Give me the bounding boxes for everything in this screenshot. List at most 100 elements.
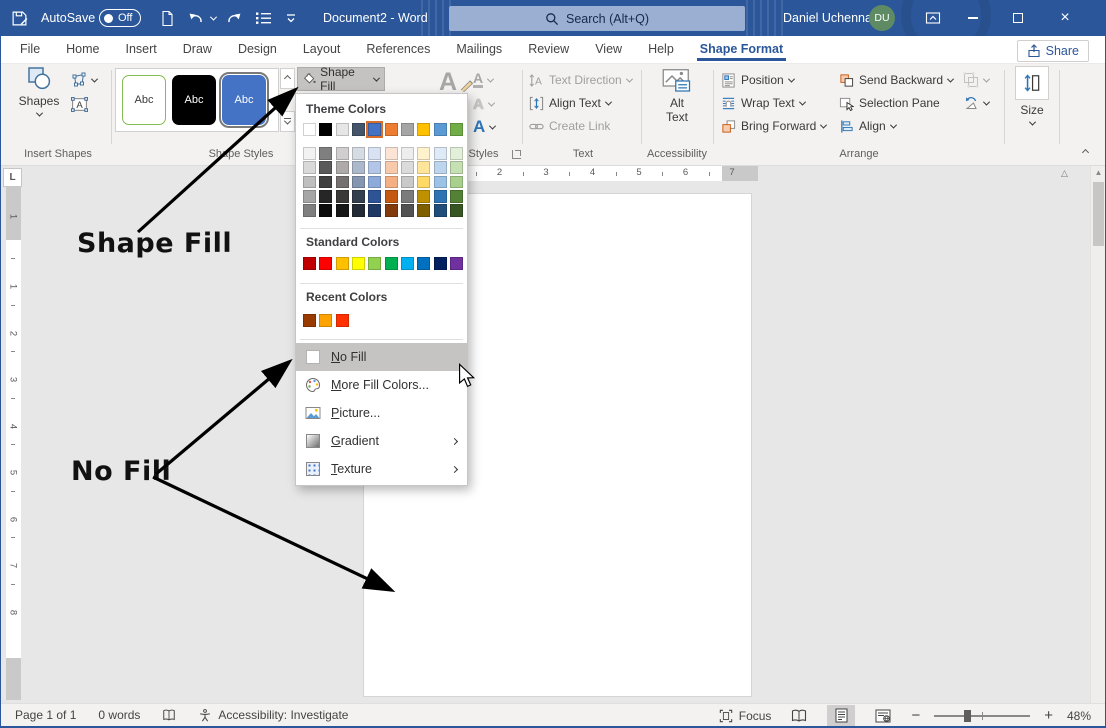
color-shade-swatch[interactable]: [336, 204, 349, 217]
color-shade-swatch[interactable]: [450, 190, 463, 203]
dialog-launcher-icon[interactable]: [512, 150, 521, 159]
shape-style-preview-selected[interactable]: Abc: [222, 75, 266, 125]
color-shade-swatch[interactable]: [319, 176, 332, 189]
share-button[interactable]: Share: [1017, 40, 1089, 62]
color-shade-swatch[interactable]: [450, 147, 463, 160]
wrap-text-button[interactable]: Wrap Text: [721, 93, 805, 113]
color-shade-swatch[interactable]: [434, 161, 447, 174]
color-shade-swatch[interactable]: [385, 161, 398, 174]
color-shade-swatch[interactable]: [401, 204, 414, 217]
new-document-button[interactable]: [159, 0, 175, 36]
shape-style-preview[interactable]: Abc: [122, 75, 166, 125]
color-shade-swatch[interactable]: [385, 176, 398, 189]
color-swatch[interactable]: [319, 314, 332, 327]
color-swatch[interactable]: [303, 123, 316, 136]
color-swatch[interactable]: [417, 123, 430, 136]
tab-mailings[interactable]: Mailings: [443, 37, 515, 63]
color-shade-swatch[interactable]: [319, 161, 332, 174]
color-shade-swatch[interactable]: [319, 204, 332, 217]
color-swatch[interactable]: [303, 314, 316, 327]
tab-draw[interactable]: Draw: [170, 37, 225, 63]
zoom-out-button[interactable]: −: [911, 707, 920, 724]
tab-references[interactable]: References: [353, 37, 443, 63]
color-shade-swatch[interactable]: [368, 176, 381, 189]
color-swatch[interactable]: [352, 123, 365, 136]
quick-access-overflow-button[interactable]: [285, 0, 297, 36]
text-effects-button[interactable]: A: [473, 117, 495, 137]
word-count[interactable]: 0 words: [98, 708, 140, 722]
color-shade-swatch[interactable]: [368, 161, 381, 174]
color-shade-swatch[interactable]: [385, 147, 398, 160]
tab-file[interactable]: File: [7, 37, 53, 63]
size-button[interactable]: Size: [1009, 66, 1055, 126]
redo-button[interactable]: [225, 0, 243, 36]
avatar[interactable]: DU: [869, 5, 895, 31]
shape-fill-button[interactable]: Shape Fill: [297, 67, 385, 91]
color-shade-swatch[interactable]: [336, 161, 349, 174]
color-shade-swatch[interactable]: [336, 176, 349, 189]
collapse-ribbon-icon[interactable]: [1082, 149, 1089, 156]
color-swatch[interactable]: [434, 257, 447, 270]
color-swatch[interactable]: [368, 257, 381, 270]
color-swatch[interactable]: [385, 123, 398, 136]
tab-selector[interactable]: L: [3, 168, 22, 187]
page-info[interactable]: Page 1 of 1: [15, 708, 76, 722]
zoom-slider[interactable]: [934, 715, 1030, 717]
scroll-up-icon[interactable]: ▲: [1091, 168, 1105, 177]
color-shade-swatch[interactable]: [417, 190, 430, 203]
scrollbar-thumb[interactable]: [1093, 182, 1104, 246]
color-swatch[interactable]: [319, 123, 332, 136]
color-shade-swatch[interactable]: [336, 147, 349, 160]
color-swatch[interactable]: [385, 257, 398, 270]
align-text-button[interactable]: Align Text: [529, 93, 611, 113]
color-shade-swatch[interactable]: [434, 204, 447, 217]
menu-item-gradient[interactable]: Gradient: [296, 427, 467, 455]
vertical-ruler[interactable]: 112345678: [6, 186, 21, 700]
menu-item-texture[interactable]: Texture: [296, 455, 467, 483]
color-swatch[interactable]: [368, 123, 381, 136]
text-fill-button[interactable]: A: [473, 70, 493, 90]
color-shade-swatch[interactable]: [352, 176, 365, 189]
ribbon-display-options-button[interactable]: [913, 0, 953, 36]
color-swatch[interactable]: [401, 123, 414, 136]
search-input[interactable]: Search (Alt+Q): [449, 6, 745, 31]
vertical-scrollbar[interactable]: ▲: [1090, 166, 1105, 703]
text-outline-button[interactable]: A: [473, 94, 494, 114]
accessibility-checker[interactable]: Accessibility: Investigate: [198, 708, 348, 723]
zoom-percent[interactable]: 48%: [1067, 709, 1091, 723]
proofing-icon[interactable]: [162, 708, 176, 723]
color-swatch[interactable]: [303, 257, 316, 270]
align-button[interactable]: Align: [839, 116, 896, 136]
color-shade-swatch[interactable]: [303, 147, 316, 160]
menu-item-no-fill[interactable]: No Fill: [296, 343, 467, 371]
color-shade-swatch[interactable]: [352, 147, 365, 160]
color-shade-swatch[interactable]: [385, 204, 398, 217]
color-swatch[interactable]: [336, 257, 349, 270]
color-shade-swatch[interactable]: [401, 190, 414, 203]
undo-button[interactable]: [187, 0, 216, 36]
color-swatch[interactable]: [450, 123, 463, 136]
color-shade-swatch[interactable]: [401, 161, 414, 174]
tab-review[interactable]: Review: [515, 37, 582, 63]
color-shade-swatch[interactable]: [417, 161, 430, 174]
color-swatch[interactable]: [336, 314, 349, 327]
shape-style-preview[interactable]: Abc: [172, 75, 216, 125]
selection-pane-button[interactable]: Selection Pane: [839, 93, 940, 113]
tab-home[interactable]: Home: [53, 37, 112, 63]
color-swatch[interactable]: [401, 257, 414, 270]
color-shade-swatch[interactable]: [336, 190, 349, 203]
color-shade-swatch[interactable]: [401, 147, 414, 160]
color-shade-swatch[interactable]: [368, 190, 381, 203]
zoom-slider-thumb[interactable]: [964, 710, 971, 722]
text-box-button[interactable]: A: [71, 94, 88, 114]
bring-forward-button[interactable]: Bring Forward: [721, 116, 826, 136]
zoom-in-button[interactable]: +: [1044, 707, 1053, 724]
color-shade-swatch[interactable]: [368, 204, 381, 217]
color-shade-swatch[interactable]: [417, 204, 430, 217]
color-shade-swatch[interactable]: [417, 147, 430, 160]
color-shade-swatch[interactable]: [352, 190, 365, 203]
tab-help[interactable]: Help: [635, 37, 687, 63]
color-swatch[interactable]: [352, 257, 365, 270]
color-swatch[interactable]: [417, 257, 430, 270]
close-button[interactable]: ×: [1045, 0, 1085, 36]
